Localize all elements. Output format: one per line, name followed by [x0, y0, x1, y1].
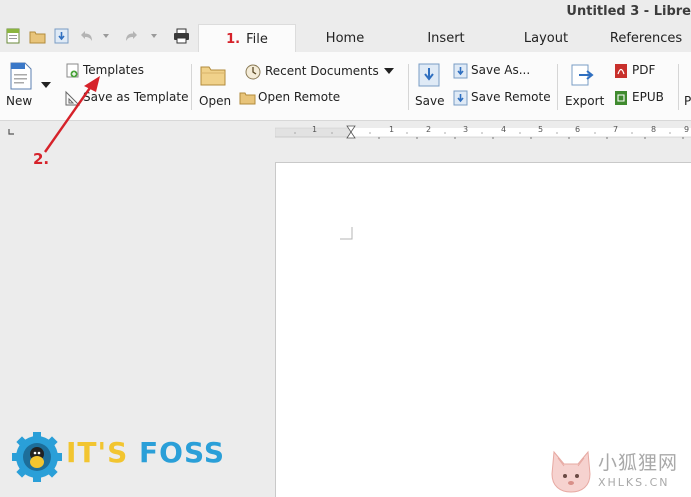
ribbon-separator — [408, 64, 409, 110]
tab-stop-selector-icon[interactable] — [8, 128, 16, 136]
epub-icon — [615, 91, 627, 105]
ruler-tick-label: 1 — [389, 125, 395, 134]
tab-references[interactable]: References — [604, 24, 688, 52]
document-page[interactable] — [275, 162, 691, 497]
export-pdf-button[interactable]: PDF — [613, 62, 663, 80]
export-icon — [571, 64, 594, 86]
tab-bar: 1. File Home Insert Layout References — [0, 24, 691, 52]
redo-icon[interactable] — [122, 24, 142, 48]
export-epub-button[interactable]: EPUB — [613, 89, 669, 107]
tab-insert[interactable]: Insert — [410, 24, 482, 52]
save-as-button[interactable]: Save As... — [452, 62, 552, 80]
recent-documents-button[interactable]: Recent Documents — [244, 63, 396, 81]
ruler-tick-label: 4 — [501, 125, 507, 134]
tab-layout-label: Layout — [523, 31, 569, 46]
pdf-icon — [615, 64, 627, 78]
export-button-label: Export — [565, 94, 605, 108]
open-button-label: Open — [199, 94, 232, 108]
undo-icon[interactable] — [76, 24, 96, 48]
export-button[interactable]: Export — [563, 60, 605, 118]
open-remote-button[interactable]: Open Remote — [238, 89, 348, 107]
new-button[interactable]: New — [6, 60, 36, 118]
ruler-tick-label: 1 — [312, 125, 318, 134]
save-large-icon — [418, 63, 440, 87]
ruler-tick-label: 3 — [463, 125, 469, 134]
save-icon[interactable] — [50, 24, 72, 48]
annotation-arrow-icon — [44, 76, 100, 153]
save-button[interactable]: Save — [414, 60, 444, 118]
save-button-label: Save — [415, 94, 445, 108]
ruler-tick-label: 8 — [651, 125, 657, 134]
its-foss-logo-part1: IT'S — [66, 436, 129, 469]
its-foss-logo-part2: FOSS — [139, 436, 226, 469]
save-remote-icon — [453, 90, 468, 106]
save-as-icon — [453, 63, 468, 79]
title-bar: Untitled 3 - Libre — [0, 0, 691, 24]
step-2-label: 2. — [33, 150, 50, 168]
ruler-tick-label: 9 — [684, 125, 690, 134]
ruler-tick-label: 5 — [538, 125, 544, 134]
ribbon-partial-label: P — [684, 94, 691, 108]
ribbon-partial-button[interactable]: P — [684, 94, 691, 112]
fox-watermark-icon — [551, 450, 591, 493]
tab-file[interactable]: 1. File — [198, 24, 296, 52]
horizontal-ruler[interactable]: 1 1 2 3 4 5 6 7 8 9 — [274, 124, 691, 140]
its-foss-gear-logo-icon — [12, 432, 62, 482]
ribbon-separator — [557, 64, 558, 110]
watermark-line2: XHLKS.CN — [598, 476, 670, 489]
ruler-tick-label: 6 — [575, 125, 581, 134]
pdf-label: PDF — [632, 63, 656, 77]
watermark-text: 小狐狸网 XHLKS.CN — [598, 448, 678, 489]
ribbon-separator — [678, 64, 679, 110]
open-folder-large-icon — [200, 66, 226, 86]
undo-dropdown-icon[interactable] — [100, 24, 112, 48]
open-remote-icon — [239, 92, 256, 105]
open-button[interactable]: Open — [197, 60, 231, 118]
text-boundary-corner-icon — [340, 227, 353, 240]
its-foss-logo-text: IT'S FOSS — [66, 436, 225, 469]
new-document-icon[interactable] — [2, 24, 24, 48]
save-as-label: Save As... — [471, 63, 531, 77]
tab-file-label: File — [246, 32, 268, 47]
ribbon-separator — [191, 64, 192, 110]
recent-documents-icon — [245, 64, 261, 80]
print-icon[interactable] — [170, 24, 192, 48]
window-title: Untitled 3 - Libre — [566, 4, 691, 19]
tab-home-label: Home — [325, 31, 365, 46]
templates-label: Templates — [83, 63, 145, 77]
epub-label: EPUB — [632, 90, 664, 104]
tab-layout[interactable]: Layout — [510, 24, 582, 52]
new-document-large-icon — [10, 62, 32, 90]
step-1-label: 1. — [226, 32, 241, 47]
new-button-label: New — [6, 94, 33, 108]
tab-references-label: References — [609, 31, 683, 46]
open-folder-icon[interactable] — [26, 24, 48, 48]
tab-home[interactable]: Home — [310, 24, 380, 52]
tab-insert-label: Insert — [427, 31, 465, 46]
open-remote-label: Open Remote — [258, 90, 341, 104]
save-remote-button[interactable]: Save Remote — [452, 89, 556, 107]
ruler-tick-label: 7 — [613, 125, 619, 134]
recent-documents-label: Recent Documents — [265, 64, 379, 78]
ruler-tick-label: 2 — [426, 125, 432, 134]
watermark-line1: 小狐狸网 — [598, 452, 679, 474]
redo-dropdown-icon[interactable] — [148, 24, 160, 48]
recent-documents-dropdown-icon — [384, 68, 394, 74]
save-remote-label: Save Remote — [471, 90, 551, 104]
